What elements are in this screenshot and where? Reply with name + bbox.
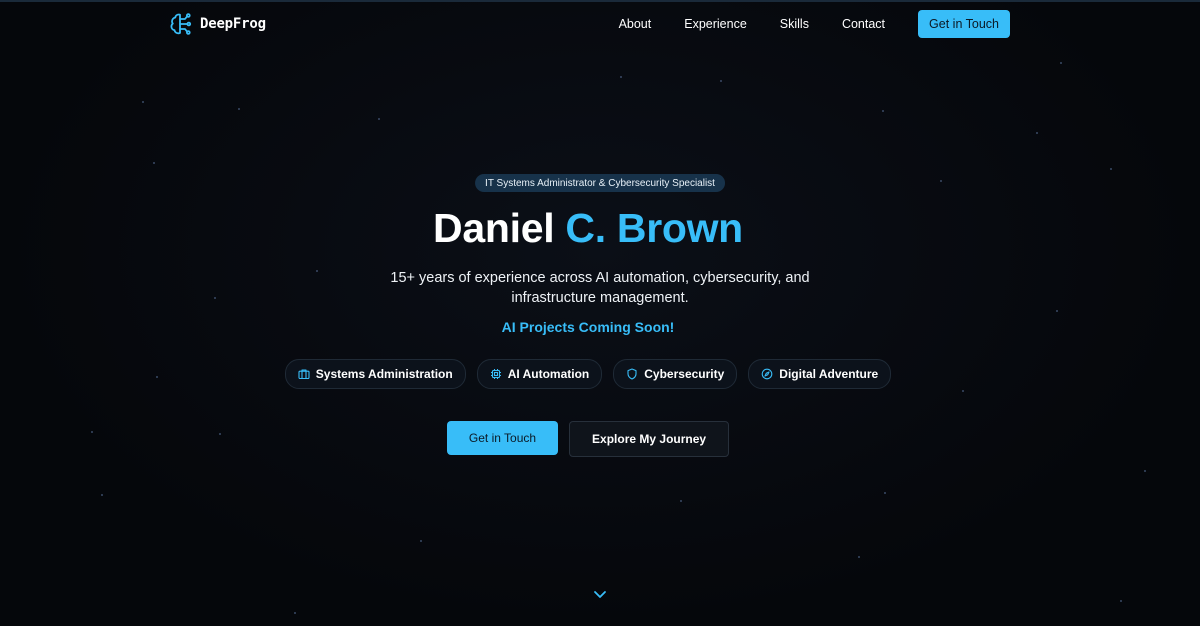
brand-logo[interactable]: DeepFrog [168,11,266,37]
cpu-icon [490,368,502,380]
compass-icon [761,368,773,380]
brand-name: DeepFrog [200,16,266,32]
hero-buttons: Get in Touch Explore My Journey [0,421,1176,457]
chevron-down-icon[interactable] [593,586,607,604]
hero-subtitle: 15+ years of experience across AI automa… [390,270,810,306]
name-first: Daniel [433,205,555,251]
nav-experience[interactable]: Experience [684,17,747,31]
explore-journey-button[interactable]: Explore My Journey [569,421,730,457]
shield-icon [626,368,638,380]
page: DeepFrog About Experience Skills Contact… [0,0,1200,626]
nav-get-in-touch-button[interactable]: Get in Touch [918,10,1010,38]
starfield [0,0,1200,626]
chip-systems-administration: Systems Administration [284,359,466,389]
hero-name: Daniel C. Brown [0,205,1176,252]
role-badge: IT Systems Administrator & Cybersecurity… [475,174,725,192]
skill-chips: Systems Administration AI Automation Cyb… [0,359,1176,389]
chip-label: Digital Adventure [779,367,879,381]
chip-cybersecurity: Cybersecurity [613,359,738,389]
chip-label: AI Automation [507,367,590,381]
chip-ai-automation: AI Automation [476,359,603,389]
nav-about[interactable]: About [619,17,652,31]
main-nav: About Experience Skills Contact Get in T… [619,10,1010,38]
brain-icon [168,11,194,37]
briefcase-icon [298,368,310,380]
nav-skills[interactable]: Skills [780,17,809,31]
chip-label: Systems Administration [315,367,453,381]
coming-soon-text: AI Projects Coming Soon! [501,319,675,335]
chip-label: Cybersecurity [644,367,725,381]
nav-contact[interactable]: Contact [842,17,885,31]
get-in-touch-button[interactable]: Get in Touch [446,421,559,455]
chip-digital-adventure: Digital Adventure [748,359,892,389]
name-accent: C. Brown [565,205,743,251]
top-border [0,0,1200,2]
